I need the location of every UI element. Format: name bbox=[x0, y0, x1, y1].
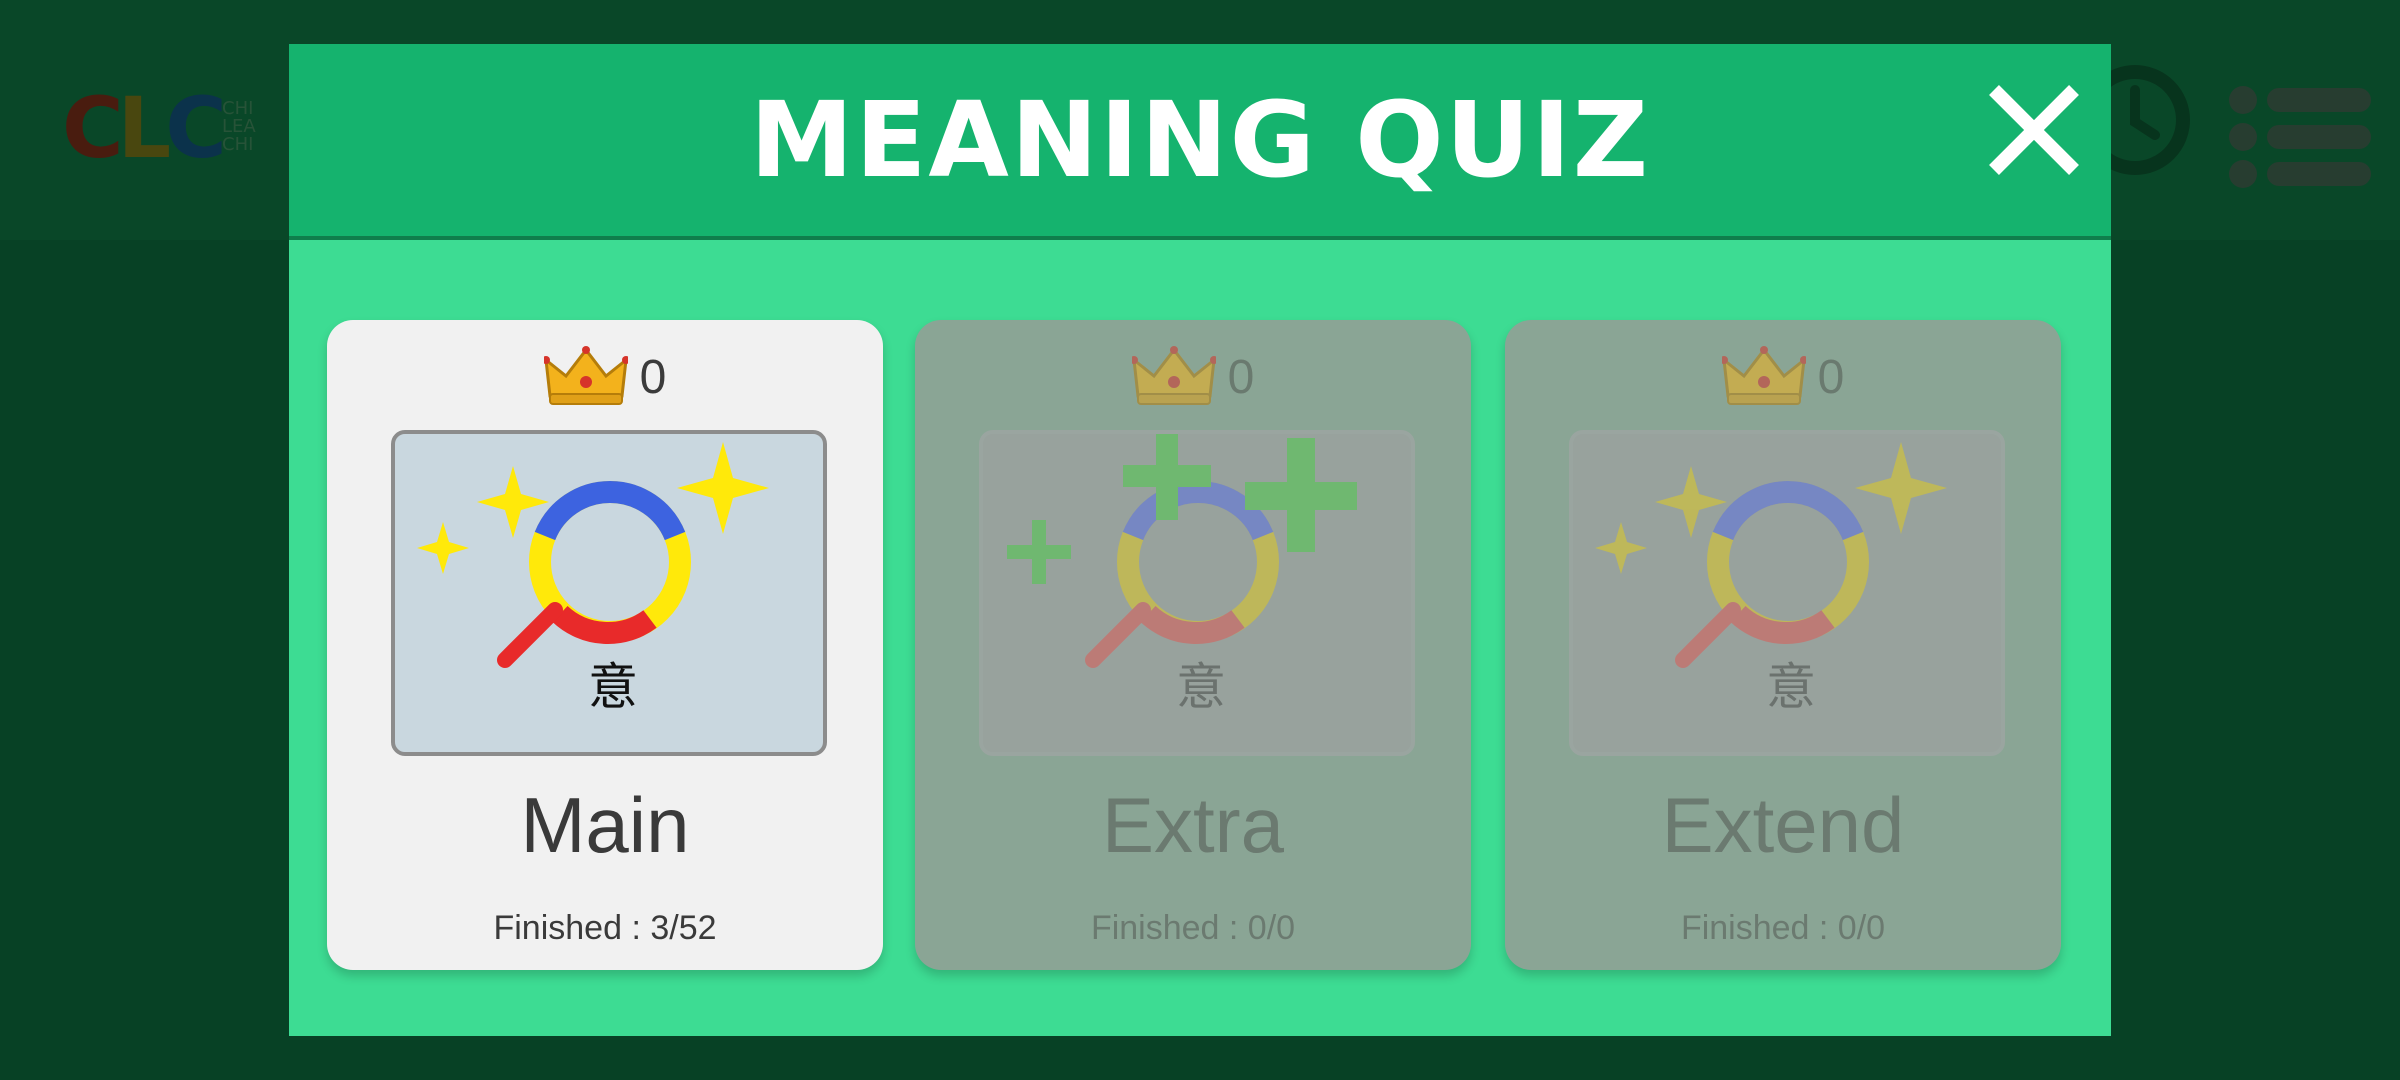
magnifier-sparkle-icon: 意 bbox=[1569, 430, 2005, 756]
score: 0 bbox=[327, 342, 883, 412]
modal-title: MEANING QUIZ bbox=[749, 79, 1651, 201]
close-icon bbox=[1989, 85, 2079, 175]
score: 0 bbox=[915, 342, 1471, 412]
close-button[interactable] bbox=[1984, 80, 2084, 180]
card-progress: Finished : 0/0 bbox=[1090, 909, 1296, 947]
score-count: 0 bbox=[639, 350, 667, 404]
crown-icon bbox=[543, 346, 628, 405]
card-title: Main bbox=[520, 781, 690, 869]
kanji-glyph: 意 bbox=[1176, 658, 1226, 716]
magnifier-plus-icon: 意 bbox=[979, 430, 1415, 756]
card-title: Extra bbox=[1101, 781, 1285, 869]
crown-icon bbox=[1131, 346, 1216, 405]
score: 0 bbox=[1505, 342, 2061, 412]
quiz-card-extend[interactable]: 0 意 Extend Finished : 0/0 bbox=[1505, 320, 2061, 970]
score-count: 0 bbox=[1817, 350, 1845, 404]
score-count: 0 bbox=[1227, 350, 1255, 404]
crown-icon bbox=[1721, 346, 1806, 405]
quiz-card-main[interactable]: 0 意 Main Finished : 3/52 bbox=[327, 320, 883, 970]
card-title: Extend bbox=[1661, 781, 1905, 869]
meaning-quiz-modal: MEANING QUIZ 0 意 Main Finished: 3/52 0 … bbox=[289, 44, 2111, 1036]
modal-header: MEANING QUIZ bbox=[289, 44, 2111, 236]
kanji-glyph: 意 bbox=[1766, 658, 1816, 716]
kanji-glyph: 意 bbox=[588, 658, 638, 716]
card-progress: Finished : 3/52 bbox=[493, 909, 717, 947]
quiz-card-list: 0 意 Main Finished : 3/52 0 意 Extra Finis… bbox=[327, 320, 2073, 970]
quiz-card-extra[interactable]: 0 意 Extra Finished : 0/0 bbox=[915, 320, 1471, 970]
magnifier-sparkle-icon: 意 bbox=[391, 430, 827, 756]
card-progress: Finished : 0/0 bbox=[1680, 909, 1886, 947]
